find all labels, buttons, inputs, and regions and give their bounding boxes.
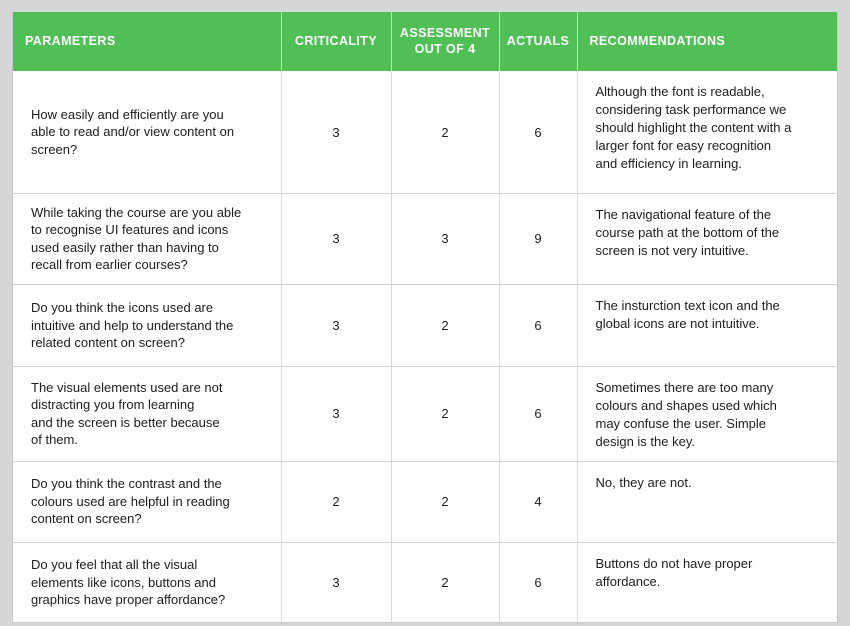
cell-assessment: 2 xyxy=(391,542,500,623)
assessment-value: 2 xyxy=(441,574,449,590)
parameter-text: Do you think the contrast and the colour… xyxy=(31,476,230,527)
table-row: The visual elements used are not distrac… xyxy=(13,366,837,462)
cell-parameter: While taking the course are you able to … xyxy=(13,193,282,285)
actuals-value: 6 xyxy=(534,124,542,140)
cell-criticality: 3 xyxy=(281,71,392,194)
cell-criticality: 3 xyxy=(281,193,392,285)
cell-parameter: Do you think the icons used are intuitiv… xyxy=(13,284,282,367)
table-row: Do you feel that all the visual elements… xyxy=(13,542,837,623)
criticality-value: 2 xyxy=(332,494,340,510)
cell-criticality: 3 xyxy=(281,542,392,623)
cell-assessment: 2 xyxy=(391,366,500,462)
cell-criticality: 2 xyxy=(281,461,392,543)
cell-actuals: 9 xyxy=(499,193,578,285)
actuals-value: 4 xyxy=(534,494,542,510)
cell-criticality: 3 xyxy=(281,284,392,367)
recommendation-text: Sometimes there are too many colours and… xyxy=(595,379,777,449)
column-header-parameters[interactable]: PARAMETERS xyxy=(13,12,282,72)
criticality-value: 3 xyxy=(332,406,340,422)
assessment-value: 2 xyxy=(441,406,449,422)
usability-audit-table: PARAMETERS CRITICALITY ASSESSMENT OUT OF… xyxy=(13,12,837,623)
criticality-value: 3 xyxy=(332,124,340,140)
page-background: PARAMETERS CRITICALITY ASSESSMENT OUT OF… xyxy=(0,0,850,626)
cell-recommendation: Sometimes there are too many colours and… xyxy=(577,366,837,462)
cell-actuals: 6 xyxy=(499,71,578,194)
cell-actuals: 6 xyxy=(499,366,578,462)
column-header-recommendations[interactable]: RECOMMENDATIONS xyxy=(577,12,837,72)
cell-parameter: Do you feel that all the visual elements… xyxy=(13,542,282,623)
cell-parameter: Do you think the contrast and the colour… xyxy=(13,461,282,543)
parameter-text: Do you think the icons used are intuitiv… xyxy=(31,300,234,351)
recommendation-text: No, they are not. xyxy=(595,474,692,490)
column-header-actuals[interactable]: ACTUALS xyxy=(499,12,578,72)
column-header-assessment-label-line2: OUT OF 4 xyxy=(414,41,476,56)
actuals-value: 6 xyxy=(534,406,542,422)
recommendation-text: Buttons do not have proper affordance. xyxy=(595,555,753,589)
cell-assessment: 2 xyxy=(391,71,500,194)
table-row: While taking the course are you able to … xyxy=(13,193,837,285)
cell-actuals: 6 xyxy=(499,284,578,367)
cell-assessment: 3 xyxy=(391,193,500,285)
actuals-value: 6 xyxy=(534,317,542,333)
assessment-value: 2 xyxy=(441,494,449,510)
table-header: PARAMETERS CRITICALITY ASSESSMENT OUT OF… xyxy=(13,12,837,72)
cell-parameter: The visual elements used are not distrac… xyxy=(13,366,282,462)
cell-actuals: 4 xyxy=(499,461,578,543)
column-header-assessment[interactable]: ASSESSMENT OUT OF 4 xyxy=(391,12,500,72)
assessment-value: 3 xyxy=(441,231,449,247)
cell-parameter: How easily and efficiently are you able … xyxy=(13,71,282,194)
cell-assessment: 2 xyxy=(391,461,500,543)
cell-actuals: 6 xyxy=(499,542,578,623)
table-row: Do you think the contrast and the colour… xyxy=(13,461,837,543)
table-body: How easily and efficiently are you able … xyxy=(13,71,837,623)
actuals-value: 6 xyxy=(534,574,542,590)
table-header-row: PARAMETERS CRITICALITY ASSESSMENT OUT OF… xyxy=(13,12,837,72)
column-header-actuals-label: ACTUALS xyxy=(506,33,570,48)
column-header-criticality[interactable]: CRITICALITY xyxy=(281,12,392,72)
audit-table-container: PARAMETERS CRITICALITY ASSESSMENT OUT OF… xyxy=(12,12,838,624)
cell-recommendation: Buttons do not have proper affordance. xyxy=(577,542,837,622)
cell-recommendation: The navigational feature of the course p… xyxy=(577,193,837,285)
cell-recommendation: No, they are not. xyxy=(577,461,837,543)
parameter-text: The visual elements used are not distrac… xyxy=(31,379,223,448)
table-row: Do you think the icons used are intuitiv… xyxy=(13,284,837,367)
table-row: How easily and efficiently are you able … xyxy=(13,71,837,194)
criticality-value: 3 xyxy=(332,231,340,247)
cell-recommendation: Although the font is readable, consideri… xyxy=(577,71,837,194)
criticality-value: 3 xyxy=(332,317,340,333)
parameter-text: While taking the course are you able to … xyxy=(31,204,242,273)
recommendation-text: The insturction text icon and the global… xyxy=(595,297,780,331)
recommendation-text: Although the font is readable, consideri… xyxy=(595,84,792,171)
criticality-value: 3 xyxy=(332,574,340,590)
recommendation-text: The navigational feature of the course p… xyxy=(595,206,780,258)
column-header-criticality-label: CRITICALITY xyxy=(294,33,378,48)
column-header-recommendations-label: RECOMMENDATIONS xyxy=(589,33,726,48)
cell-assessment: 2 xyxy=(391,284,500,367)
parameter-text: Do you feel that all the visual elements… xyxy=(31,557,226,608)
assessment-value: 2 xyxy=(441,317,449,333)
actuals-value: 9 xyxy=(534,231,542,247)
cell-criticality: 3 xyxy=(281,366,392,462)
column-header-parameters-label: PARAMETERS xyxy=(25,33,116,48)
cell-recommendation: The insturction text icon and the global… xyxy=(577,284,837,367)
parameter-text: How easily and efficiently are you able … xyxy=(31,106,235,157)
assessment-value: 2 xyxy=(441,124,449,140)
column-header-assessment-label-line1: ASSESSMENT xyxy=(399,26,491,40)
